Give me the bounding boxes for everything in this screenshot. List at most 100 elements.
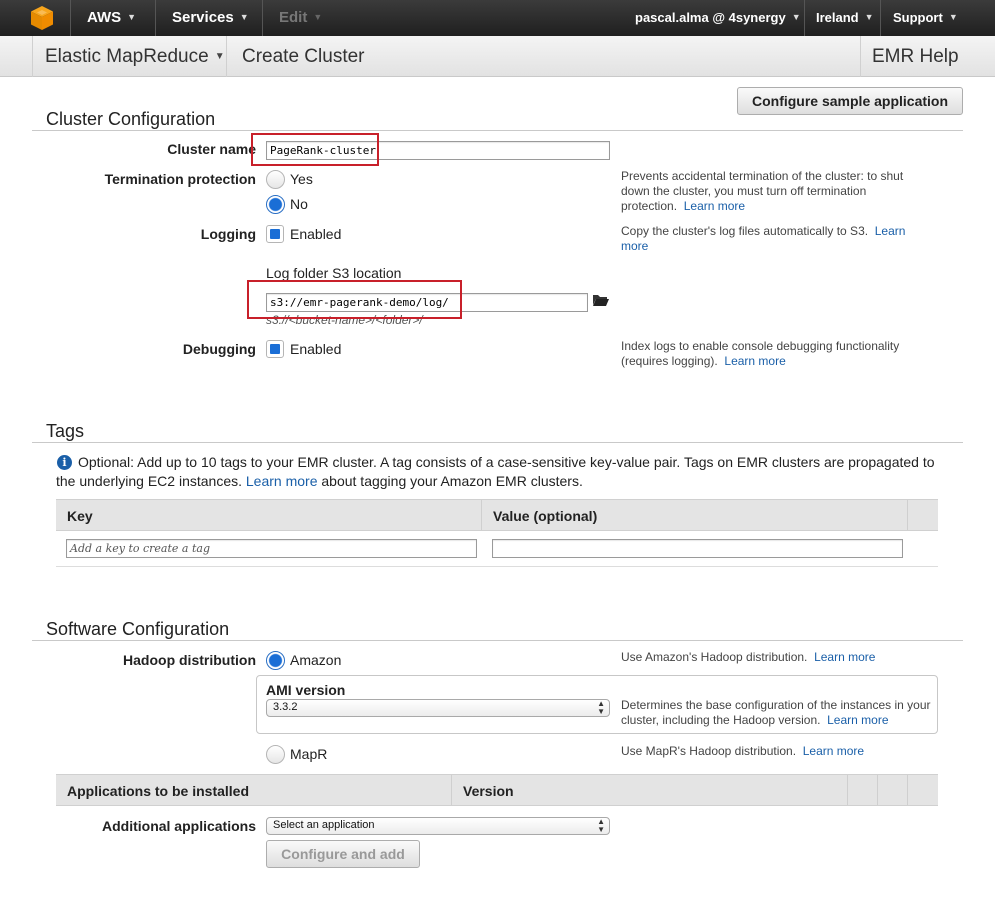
log-folder-label: Log folder S3 location xyxy=(266,265,402,281)
logging-help-text: Copy the cluster's log files automatical… xyxy=(621,224,921,254)
section-divider xyxy=(32,442,963,443)
cluster-name-label: Cluster name xyxy=(167,141,256,157)
chevron-down-icon: ▼ xyxy=(948,12,958,22)
mapr-learn-more-link[interactable]: Learn more xyxy=(803,744,864,758)
mapr-help-text: Use MapR's Hadoop distribution. Learn mo… xyxy=(621,744,941,759)
applications-table-header: Applications to be installed Version xyxy=(56,774,938,806)
tags-info-text: Optional: Add up to 10 tags to your EMR … xyxy=(56,453,946,491)
tag-key-input[interactable]: Add a key to create a tag xyxy=(66,539,477,558)
tags-learn-more-link[interactable]: Learn more xyxy=(246,473,318,489)
configure-and-add-button[interactable]: Configure and add xyxy=(266,840,420,868)
nav-divider xyxy=(804,0,805,36)
support-menu[interactable]: Support ▼ xyxy=(893,0,958,36)
hadoop-amazon-label: Amazon xyxy=(290,652,342,668)
page-title: Create Cluster xyxy=(242,46,365,67)
mapr-help-body: Use MapR's Hadoop distribution. xyxy=(621,744,797,758)
folder-open-icon[interactable] xyxy=(592,293,610,307)
nav-divider xyxy=(880,0,881,36)
nav-divider xyxy=(155,0,156,36)
logging-label: Logging xyxy=(200,226,256,242)
applications-col-name: Applications to be installed xyxy=(67,783,250,799)
ami-version-label: AMI version xyxy=(266,682,346,698)
service-menu-label: Elastic MapReduce xyxy=(45,46,209,67)
aws-cube-icon[interactable] xyxy=(30,5,54,31)
chevron-down-icon: ▼ xyxy=(864,12,874,22)
termination-yes-radio[interactable] xyxy=(266,170,285,189)
applications-col-version: Version xyxy=(463,783,514,799)
hadoop-amazon-radio[interactable] xyxy=(266,651,285,670)
chevron-down-icon: ▼ xyxy=(313,12,323,22)
ami-version-value: 3.3.2 xyxy=(273,701,298,713)
nav-divider xyxy=(262,0,263,36)
column-divider xyxy=(451,775,452,805)
service-menu[interactable]: Elastic MapReduce ▼ xyxy=(45,36,225,77)
logging-enabled-label: Enabled xyxy=(290,226,342,242)
chevron-down-icon: ▼ xyxy=(791,12,801,22)
column-divider xyxy=(907,500,908,530)
select-arrows-icon: ▲ ▼ xyxy=(597,817,605,834)
services-menu[interactable]: Services ▼ xyxy=(172,0,249,36)
tags-info-tail: about tagging your Amazon EMR clusters. xyxy=(321,473,583,489)
edit-menu-label: Edit xyxy=(279,9,308,26)
highlight-box xyxy=(247,280,462,319)
services-menu-label: Services xyxy=(172,9,234,26)
ami-help-text: Determines the base configuration of the… xyxy=(621,698,931,728)
aws-menu-label: AWS xyxy=(87,9,122,26)
edit-menu[interactable]: Edit ▼ xyxy=(279,0,322,36)
top-nav-bar: AWS ▼ Services ▼ Edit ▼ pascal.alma @ 4syne… xyxy=(0,0,995,36)
termination-learn-more-link[interactable]: Learn more xyxy=(684,199,745,213)
amazon-help-body: Use Amazon's Hadoop distribution. xyxy=(621,650,808,664)
table-bottom-border xyxy=(56,566,938,567)
ami-learn-more-link[interactable]: Learn more xyxy=(827,713,888,727)
termination-protection-label: Termination protection xyxy=(104,171,256,187)
header-divider xyxy=(860,36,861,77)
configure-sample-application-button[interactable]: Configure sample application xyxy=(737,87,963,115)
tags-col-value: Value (optional) xyxy=(493,508,598,524)
termination-help-text: Prevents accidental termination of the c… xyxy=(621,169,921,214)
logging-checkbox[interactable] xyxy=(266,225,284,243)
section-divider xyxy=(32,640,963,641)
nav-divider xyxy=(70,0,71,36)
debugging-label: Debugging xyxy=(182,341,256,357)
select-arrows-icon: ▲ ▼ xyxy=(597,699,605,716)
emr-help-link[interactable]: EMR Help xyxy=(872,36,959,77)
debugging-checkbox[interactable] xyxy=(266,340,284,358)
debugging-help-text: Index logs to enable console debugging f… xyxy=(621,339,921,369)
header-divider xyxy=(32,36,33,77)
tags-title: Tags xyxy=(46,421,85,441)
termination-no-label: No xyxy=(290,196,308,212)
account-menu-label: pascal.alma @ 4synergy xyxy=(635,10,786,25)
header-divider xyxy=(226,36,227,77)
chevron-down-icon: ▼ xyxy=(239,12,249,22)
additional-applications-value: Select an application xyxy=(273,819,375,831)
support-menu-label: Support xyxy=(893,10,943,25)
region-menu[interactable]: Ireland ▼ xyxy=(816,0,874,36)
ami-version-select[interactable]: 3.3.2 ▲ ▼ xyxy=(266,699,610,717)
aws-menu[interactable]: AWS ▼ xyxy=(87,0,136,36)
section-divider xyxy=(32,130,963,131)
chevron-down-icon: ▼ xyxy=(127,12,137,22)
additional-applications-label: Additional applications xyxy=(101,818,256,834)
debugging-learn-more-link[interactable]: Learn more xyxy=(724,354,785,368)
hadoop-distribution-label: Hadoop distribution xyxy=(123,652,256,668)
region-menu-label: Ireland xyxy=(816,10,859,25)
termination-yes-label: Yes xyxy=(290,171,313,187)
column-divider xyxy=(847,775,848,805)
additional-applications-select[interactable]: Select an application ▲ ▼ xyxy=(266,817,610,835)
column-divider xyxy=(877,775,878,805)
column-divider xyxy=(907,775,908,805)
tags-col-key: Key xyxy=(67,508,93,524)
tag-value-input[interactable] xyxy=(492,539,903,558)
column-divider xyxy=(481,500,482,530)
account-menu[interactable]: pascal.alma @ 4synergy ▼ xyxy=(635,0,801,36)
service-header: Elastic MapReduce ▼ Create Cluster EMR He… xyxy=(0,36,995,77)
tags-table-header: Key Value (optional) xyxy=(56,499,938,531)
chevron-down-icon: ▼ xyxy=(214,51,225,62)
logging-help-body: Copy the cluster's log files automatical… xyxy=(621,224,869,238)
hadoop-mapr-radio[interactable] xyxy=(266,745,285,764)
termination-help-body: Prevents accidental termination of the c… xyxy=(621,169,904,213)
hadoop-mapr-label: MapR xyxy=(290,746,328,762)
amazon-learn-more-link[interactable]: Learn more xyxy=(814,650,875,664)
cluster-configuration-title: Cluster Configuration xyxy=(46,109,216,129)
termination-no-radio[interactable] xyxy=(266,195,285,214)
